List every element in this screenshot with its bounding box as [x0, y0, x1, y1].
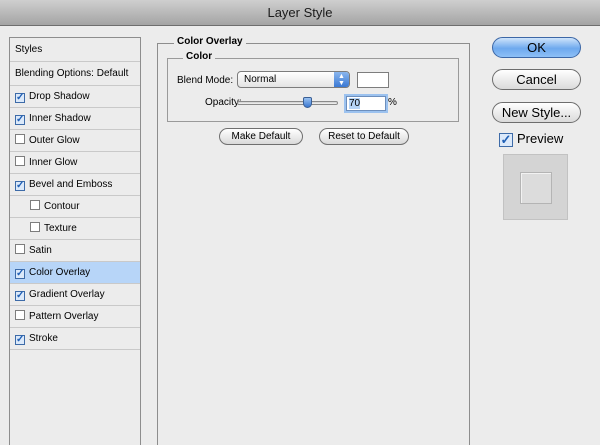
style-item-label: Drop Shadow	[29, 91, 90, 102]
style-item-satin[interactable]: Satin	[10, 240, 140, 262]
new-style-button[interactable]: New Style...	[492, 102, 581, 123]
opacity-input[interactable]: 70	[346, 96, 386, 111]
style-item-label: Outer Glow	[29, 135, 80, 146]
style-item-label: Gradient Overlay	[29, 289, 105, 300]
blending-options-item[interactable]: Blending Options: Default	[10, 62, 140, 86]
blend-mode-label: Blend Mode:	[177, 75, 234, 86]
style-checkbox[interactable]: ✓	[15, 291, 25, 301]
style-checkbox[interactable]: ✓	[15, 181, 25, 191]
overlay-color-swatch[interactable]	[357, 72, 389, 88]
style-checkbox[interactable]: ✓	[15, 93, 25, 103]
color-group	[167, 58, 459, 122]
style-item-inner-glow[interactable]: Inner Glow	[10, 152, 140, 174]
preview-swatch	[520, 172, 552, 204]
style-item-label: Satin	[29, 245, 52, 256]
make-default-button[interactable]: Make Default	[219, 128, 303, 145]
style-item-inner-shadow[interactable]: ✓ Inner Shadow	[10, 108, 140, 130]
blend-mode-select[interactable]: Normal ▲ ▼	[237, 71, 350, 88]
style-item-label: Contour	[44, 201, 80, 212]
style-item-label: Pattern Overlay	[29, 311, 99, 322]
style-item-label: Inner Shadow	[29, 113, 91, 124]
style-checkbox[interactable]: ✓	[15, 269, 25, 279]
style-item-gradient-overlay[interactable]: ✓ Gradient Overlay	[10, 284, 140, 306]
style-checkbox[interactable]	[15, 310, 25, 320]
style-checkbox[interactable]	[30, 200, 40, 210]
style-item-contour[interactable]: Contour	[10, 196, 140, 218]
reset-to-default-button[interactable]: Reset to Default	[319, 128, 409, 145]
ok-button[interactable]: OK	[492, 37, 581, 58]
style-checkbox[interactable]	[15, 134, 25, 144]
style-checkbox[interactable]	[15, 156, 25, 166]
color-group-title: Color	[183, 51, 216, 62]
preview-label: Preview	[517, 131, 564, 146]
section-title: Color Overlay	[174, 36, 246, 47]
styles-header[interactable]: Styles	[10, 38, 140, 62]
window-title: Layer Style	[0, 0, 600, 26]
style-item-label: Color Overlay	[29, 267, 91, 278]
style-item-outer-glow[interactable]: Outer Glow	[10, 130, 140, 152]
style-item-label: Bevel and Emboss	[29, 179, 113, 190]
style-item-pattern-overlay[interactable]: Pattern Overlay	[10, 306, 140, 328]
style-item-bevel-and-emboss[interactable]: ✓ Bevel and Emboss	[10, 174, 140, 196]
opacity-unit: %	[388, 97, 397, 108]
style-checkbox[interactable]: ✓	[15, 335, 25, 345]
style-item-texture[interactable]: Texture	[10, 218, 140, 240]
opacity-slider-thumb[interactable]	[303, 97, 313, 108]
blend-mode-value: Normal	[244, 74, 277, 85]
style-item-drop-shadow[interactable]: ✓ Drop Shadow	[10, 86, 140, 108]
opacity-value: 70	[349, 98, 361, 109]
style-checkbox[interactable]: ✓	[15, 115, 25, 125]
styles-list: Styles Blending Options: Default ✓ Drop S…	[9, 37, 141, 445]
style-item-label: Inner Glow	[29, 157, 78, 168]
style-checkbox[interactable]	[15, 244, 25, 254]
chevron-up-down-icon: ▲ ▼	[334, 72, 349, 87]
style-item-label: Stroke	[29, 333, 58, 344]
style-preview	[503, 154, 568, 220]
style-checkbox[interactable]	[30, 222, 40, 232]
cancel-button[interactable]: Cancel	[492, 69, 581, 90]
style-item-label: Texture	[44, 223, 77, 234]
style-item-stroke[interactable]: ✓ Stroke	[10, 328, 140, 350]
preview-checkbox[interactable]: ✓	[499, 133, 513, 147]
style-item-color-overlay[interactable]: ✓ Color Overlay	[10, 262, 140, 284]
opacity-slider[interactable]	[237, 101, 338, 105]
